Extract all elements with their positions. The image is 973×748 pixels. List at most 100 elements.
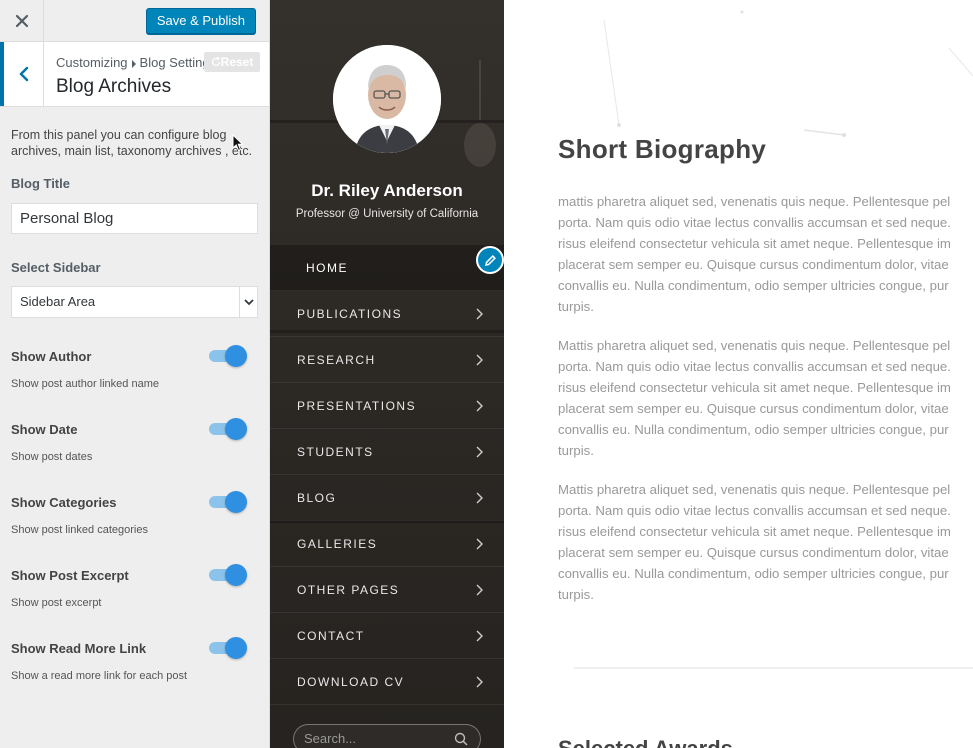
panel-description: From this panel you can configure blog a…: [11, 128, 253, 158]
show-read-more-label: Show Read More Link: [11, 641, 147, 656]
show-author-toggle[interactable]: [209, 345, 247, 367]
toggle-knob: [225, 564, 247, 586]
text-line: convallis eu. Nulla condimentum, odio se…: [558, 278, 949, 293]
text-line: risus eleifend consectetur vehicula sit …: [558, 380, 951, 395]
section-title: Blog Archives: [56, 76, 172, 97]
profile-role: Professor @ University of California: [295, 208, 479, 220]
show-post-excerpt-toggle[interactable]: [209, 564, 247, 586]
text-line: placerat sem semper eu. Quisque cursus c…: [558, 545, 949, 560]
nav-item-students[interactable]: STUDENTS: [270, 429, 504, 475]
breadcrumb-parent: Customizing: [56, 55, 128, 70]
show-categories-toggle[interactable]: [209, 491, 247, 513]
text-line: mattis pharetra aliquet sed, venenatis q…: [558, 194, 951, 209]
text-line: turpis.: [558, 299, 594, 314]
close-icon: [15, 15, 28, 27]
search-input[interactable]: [304, 731, 444, 746]
nav-item-publications[interactable]: PUBLICATIONS: [270, 291, 504, 337]
nav-item-label: DOWNLOAD CV: [297, 675, 405, 689]
text-line: placerat sem semper eu. Quisque cursus c…: [558, 401, 949, 416]
chevron-right-icon: [476, 492, 483, 504]
nav-item-contact[interactable]: CONTACT: [270, 613, 504, 659]
search-icon[interactable]: [454, 732, 468, 746]
customizer-panel: Save & Publish Customizing Blog Settings …: [0, 0, 270, 748]
text-line: porta. Nam quis odio vitae lectus conval…: [558, 359, 951, 374]
profile-name: Dr. Riley Anderson: [311, 181, 463, 200]
close-customizer-button[interactable]: [0, 0, 44, 42]
show-author-label: Show Author: [11, 349, 92, 364]
biography-paragraph: Mattis pharetra aliquet sed, venenatis q…: [558, 335, 973, 461]
show-date-toggle[interactable]: [209, 418, 247, 440]
show-categories-desc: Show post linked categories: [11, 524, 148, 536]
text-line: porta. Nam quis odio vitae lectus conval…: [558, 503, 951, 518]
chevron-left-icon: [18, 66, 28, 82]
nav-item-other-pages[interactable]: OTHER PAGES: [270, 567, 504, 613]
text-line: Mattis pharetra aliquet sed, venenatis q…: [558, 338, 951, 353]
section-heading: Selected Awards: [558, 736, 733, 748]
profile-avatar: [333, 45, 441, 153]
breadcrumb-caret-icon: [131, 59, 136, 68]
nav-item-label: PRESENTATIONS: [297, 399, 417, 413]
text-line: convallis eu. Nulla condimentum, odio se…: [558, 566, 949, 581]
nav-item-presentations[interactable]: PRESENTATIONS: [270, 383, 504, 429]
text-line: risus eleifend consectetur vehicula sit …: [558, 524, 951, 539]
chevron-right-icon: [476, 630, 483, 642]
chevron-right-icon: [476, 676, 483, 688]
nav-item-research[interactable]: RESEARCH: [270, 337, 504, 383]
site-sidebar: Dr. Riley Anderson Professor @ Universit…: [270, 0, 504, 748]
site-main-content: Short Biography mattis pharetra aliquet …: [504, 0, 973, 748]
background-decoration: [603, 10, 973, 137]
blog-title-input[interactable]: Personal Blog: [11, 203, 258, 234]
text-line: turpis.: [558, 587, 594, 602]
toggle-knob: [225, 637, 247, 659]
biography-paragraph: Mattis pharetra aliquet sed, venenatis q…: [558, 479, 973, 605]
sidebar-select[interactable]: Sidebar Area: [11, 286, 258, 318]
text-line: turpis.: [558, 443, 594, 458]
blog-title-label: Blog Title: [11, 176, 70, 191]
text-line: risus eleifend consectetur vehicula sit …: [558, 236, 951, 251]
text-line: convallis eu. Nulla condimentum, odio se…: [558, 422, 949, 437]
select-sidebar-label: Select Sidebar: [11, 260, 101, 275]
show-date-label: Show Date: [11, 422, 78, 437]
text-line: placerat sem semper eu. Quisque cursus c…: [558, 257, 949, 272]
customizer-header: Save & Publish: [0, 0, 269, 42]
text-line: porta. Nam quis odio vitae lectus conval…: [558, 215, 951, 230]
toggle-knob: [225, 418, 247, 440]
chevron-right-icon: [476, 584, 483, 596]
nav-item-download-cv[interactable]: DOWNLOAD CV: [270, 659, 504, 705]
nav-item-blog[interactable]: BLOG: [270, 475, 504, 521]
show-read-more-toggle[interactable]: [209, 637, 247, 659]
show-post-excerpt-label: Show Post Excerpt: [11, 568, 129, 583]
nav-item-galleries[interactable]: GALLERIES: [270, 521, 504, 567]
reset-icon: [211, 56, 220, 67]
chevron-right-icon: [476, 354, 483, 366]
pencil-icon: [484, 254, 496, 266]
professor-portrait: [333, 45, 441, 153]
show-read-more-desc: Show a read more link for each post: [11, 670, 188, 682]
breadcrumb: Customizing Blog Settings: [56, 55, 216, 70]
reset-label: Reset: [220, 55, 254, 69]
mouse-cursor-icon: [232, 134, 244, 152]
nav-item-label: RESEARCH: [297, 353, 376, 367]
page-title: Short Biography: [558, 134, 767, 164]
edit-shortcut-button[interactable]: [476, 246, 504, 274]
back-button[interactable]: [0, 42, 44, 106]
nav-item-label: BLOG: [297, 491, 337, 505]
nav-item-label: GALLERIES: [297, 537, 378, 551]
nav-item-label: PUBLICATIONS: [297, 307, 403, 321]
toggle-knob: [225, 345, 247, 367]
show-date-desc: Show post dates: [11, 451, 93, 463]
show-author-desc: Show post author linked name: [11, 378, 159, 390]
section-divider: [574, 667, 973, 669]
chevron-down-icon: [239, 287, 257, 317]
reset-button[interactable]: Reset: [204, 52, 260, 72]
chevron-right-icon: [476, 400, 483, 412]
nav-item-home[interactable]: HOME: [270, 245, 504, 291]
nav-item-label: OTHER PAGES: [297, 583, 400, 597]
save-publish-button[interactable]: Save & Publish: [145, 8, 256, 34]
chevron-right-icon: [476, 538, 483, 550]
nav-item-label: CONTACT: [297, 629, 365, 643]
nav-item-label: STUDENTS: [297, 445, 374, 459]
lamp-decoration: [464, 60, 496, 167]
text-line: Mattis pharetra aliquet sed, venenatis q…: [558, 482, 951, 497]
site-search: [293, 724, 481, 748]
